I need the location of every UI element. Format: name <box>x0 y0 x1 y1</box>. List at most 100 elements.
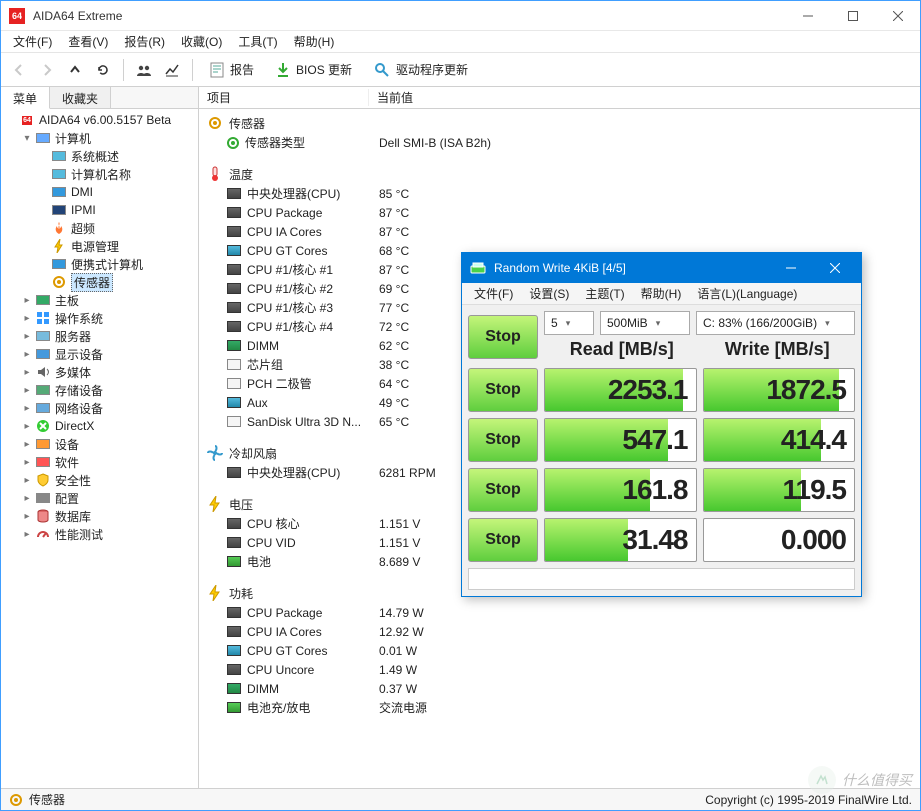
expand-icon[interactable]: ▸ <box>21 330 33 342</box>
expand-icon[interactable] <box>37 258 49 270</box>
cdm-menu-file[interactable]: 文件(F) <box>466 283 521 304</box>
tree-item-显示设备[interactable]: ▸显示设备 <box>3 345 198 363</box>
menu-view[interactable]: 查看(V) <box>60 31 116 52</box>
tree-item-传感器[interactable]: 传感器 <box>3 273 198 291</box>
menu-tools[interactable]: 工具(T) <box>230 31 285 52</box>
nav-up-button[interactable] <box>63 58 87 82</box>
expand-icon[interactable]: ▸ <box>21 348 33 360</box>
tree-item-多媒体[interactable]: ▸多媒体 <box>3 363 198 381</box>
tree-item-IPMI[interactable]: IPMI <box>3 201 198 219</box>
col-value[interactable]: 当前值 <box>369 89 920 106</box>
list-item[interactable]: CPU IA Cores12.92 W <box>199 622 920 641</box>
cdm-minimize-button[interactable] <box>769 253 813 283</box>
expand-icon[interactable]: ▸ <box>21 294 33 306</box>
graph-button[interactable] <box>160 58 184 82</box>
expand-icon[interactable]: ▸ <box>21 312 33 324</box>
tree-item-电源管理[interactable]: 电源管理 <box>3 237 198 255</box>
list-item[interactable]: 传感器类型Dell SMI-B (ISA B2h) <box>199 133 920 152</box>
tree-item-存储设备[interactable]: ▸存储设备 <box>3 381 198 399</box>
item-value: 12.92 W <box>375 625 920 639</box>
tree-item-操作系统[interactable]: ▸操作系统 <box>3 309 198 327</box>
expand-icon[interactable]: ▸ <box>21 474 33 486</box>
expand-icon[interactable]: ▾ <box>21 132 33 144</box>
cdm-menu-settings[interactable]: 设置(S) <box>521 283 577 304</box>
nav-forward-button[interactable] <box>35 58 59 82</box>
tree-item-便携式计算机[interactable]: 便携式计算机 <box>3 255 198 273</box>
cdm-menu-lang[interactable]: 语言(L)(Language) <box>689 283 805 304</box>
tree-item-主板[interactable]: ▸主板 <box>3 291 198 309</box>
list-item[interactable]: DIMM0.37 W <box>199 679 920 698</box>
cdm-size-select[interactable]: 500MiB▾ <box>600 311 690 335</box>
expand-icon[interactable] <box>5 114 17 126</box>
menu-help[interactable]: 帮助(H) <box>286 31 343 52</box>
expand-icon[interactable]: ▸ <box>21 510 33 522</box>
col-item[interactable]: 项目 <box>199 89 369 106</box>
group-sensor-icon <box>207 115 223 131</box>
tree-computer[interactable]: ▾计算机 <box>3 129 198 147</box>
expand-icon[interactable]: ▸ <box>21 456 33 468</box>
tree-item-安全性[interactable]: ▸安全性 <box>3 471 198 489</box>
expand-icon[interactable]: ▸ <box>21 420 33 432</box>
expand-icon[interactable] <box>37 168 49 180</box>
menu-file[interactable]: 文件(F) <box>5 31 60 52</box>
expand-icon[interactable]: ▸ <box>21 528 33 540</box>
tree-item-计算机名称[interactable]: 计算机名称 <box>3 165 198 183</box>
expand-icon[interactable] <box>37 150 49 162</box>
cdm-drive-select[interactable]: C: 83% (166/200GiB)▾ <box>696 311 855 335</box>
tree-item-服务器[interactable]: ▸服务器 <box>3 327 198 345</box>
expand-icon[interactable] <box>37 222 49 234</box>
expand-icon[interactable]: ▸ <box>21 366 33 378</box>
report-button[interactable]: 报告 <box>201 57 263 83</box>
cdm-loops-select[interactable]: 5▾ <box>544 311 594 335</box>
cdm-stop-button-3[interactable]: Stop <box>468 518 538 562</box>
tab-menu[interactable]: 菜单 <box>1 87 50 109</box>
expand-icon[interactable]: ▸ <box>21 384 33 396</box>
expand-icon[interactable] <box>37 186 49 198</box>
close-button[interactable] <box>875 1 920 31</box>
tree-item-网络设备[interactable]: ▸网络设备 <box>3 399 198 417</box>
tree-item-数据库[interactable]: ▸数据库 <box>3 507 198 525</box>
list-item[interactable]: CPU IA Cores87 °C <box>199 222 920 241</box>
driver-update-button[interactable]: 驱动程序更新 <box>365 57 477 83</box>
nav-back-button[interactable] <box>7 58 31 82</box>
tree-item-软件[interactable]: ▸软件 <box>3 453 198 471</box>
expand-icon[interactable]: ▸ <box>21 438 33 450</box>
minimize-button[interactable] <box>785 1 830 31</box>
cdm-all-stop-button[interactable]: Stop <box>468 315 538 359</box>
expand-icon[interactable] <box>37 240 49 252</box>
list-item[interactable]: CPU Package14.79 W <box>199 603 920 622</box>
expand-icon[interactable] <box>37 204 49 216</box>
cdm-stop-button-1[interactable]: Stop <box>468 418 538 462</box>
cdm-menu-theme[interactable]: 主题(T) <box>577 283 632 304</box>
bios-update-button[interactable]: BIOS 更新 <box>267 57 361 83</box>
expand-icon[interactable]: ▸ <box>21 492 33 504</box>
menu-report[interactable]: 报告(R) <box>116 31 173 52</box>
cdm-close-button[interactable] <box>813 253 857 283</box>
maximize-button[interactable] <box>830 1 875 31</box>
refresh-button[interactable] <box>91 58 115 82</box>
tree-root[interactable]: 64AIDA64 v6.00.5157 Beta <box>3 111 198 129</box>
tree-item-配置[interactable]: ▸配置 <box>3 489 198 507</box>
list-item[interactable]: CPU Uncore1.49 W <box>199 660 920 679</box>
tree-item-DirectX[interactable]: ▸DirectX <box>3 417 198 435</box>
list-item[interactable]: 中央处理器(CPU)85 °C <box>199 184 920 203</box>
item-value: 85 °C <box>375 187 920 201</box>
cdm-titlebar[interactable]: Random Write 4KiB [4/5] <box>462 253 861 283</box>
tab-favorites[interactable]: 收藏夹 <box>50 87 111 108</box>
list-item[interactable]: 电池充/放电交流电源 <box>199 698 920 717</box>
expand-icon[interactable]: ▸ <box>21 402 33 414</box>
list-item[interactable]: CPU Package87 °C <box>199 203 920 222</box>
tree-item-系统概述[interactable]: 系统概述 <box>3 147 198 165</box>
users-button[interactable] <box>132 58 156 82</box>
tree-item-性能测试[interactable]: ▸性能测试 <box>3 525 198 543</box>
cdm-stop-button-2[interactable]: Stop <box>468 468 538 512</box>
menu-favorites[interactable]: 收藏(O) <box>173 31 230 52</box>
cdm-stop-button-0[interactable]: Stop <box>468 368 538 412</box>
tree-item-DMI[interactable]: DMI <box>3 183 198 201</box>
tree-item-设备[interactable]: ▸设备 <box>3 435 198 453</box>
nav-tree[interactable]: 64AIDA64 v6.00.5157 Beta▾计算机系统概述计算机名称DMI… <box>1 109 198 788</box>
list-item[interactable]: CPU GT Cores0.01 W <box>199 641 920 660</box>
tree-item-超频[interactable]: 超频 <box>3 219 198 237</box>
cdm-menu-help[interactable]: 帮助(H) <box>633 283 690 304</box>
expand-icon[interactable] <box>37 276 49 288</box>
